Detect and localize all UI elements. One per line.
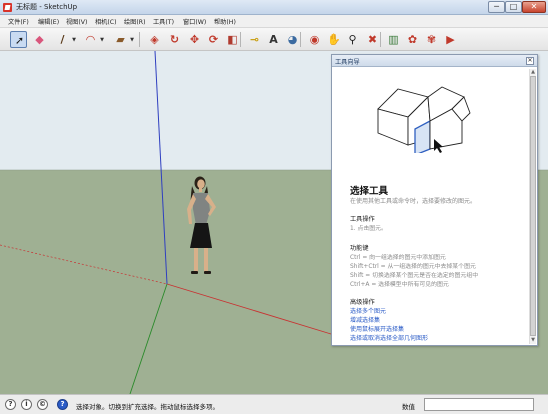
tool-operations-heading: 工具操作: [350, 216, 375, 223]
push-pull-icon: ◈: [150, 33, 159, 46]
arc-icon: ◠: [86, 33, 95, 46]
scroll-down-icon[interactable]: ▼: [530, 337, 536, 343]
extension-warehouse-icon: ▶: [446, 33, 455, 46]
modifier-key-line: Ctrl+A = 选择模型中所有可见的图元: [350, 282, 449, 288]
main-toolbar: ➚ ◆ / ▼ ◠ ▼ ▰ ▼ ◈ ↻ ✥ ⟳ ◧ ⊸ A ◕ ◉ ✋ ⚲ ✖ ▥ ✿ ✾ ▶: [0, 28, 548, 51]
paint-bucket-tool-button[interactable]: ◕: [284, 31, 301, 48]
modifier-key-line: Ctrl = 向一组选择的图元中添加图元: [350, 255, 446, 261]
modifier-key-line: Shift = 切换选择某个图元是否在选定的图元组中: [350, 273, 479, 279]
move-tool-button[interactable]: ✥: [186, 31, 203, 48]
rotate-tool-button[interactable]: ⟳: [205, 31, 222, 48]
move-icon: ✥: [189, 33, 200, 46]
menu-tools[interactable]: 工具(T): [153, 17, 174, 26]
maximize-button[interactable]: □: [505, 1, 522, 13]
hand-icon: ✋: [327, 33, 341, 46]
text-tool-button[interactable]: A: [265, 31, 282, 48]
zoom-tool-button[interactable]: ⚲: [344, 31, 361, 48]
menu-draw[interactable]: 绘图(R): [124, 17, 146, 26]
line-tool-button[interactable]: / ▼: [54, 31, 76, 48]
orbit-tool-button[interactable]: ◉: [306, 31, 323, 48]
advanced-link-select-multiple[interactable]: 选择多个图元: [350, 306, 386, 315]
status-prompt: 选择对象。切换到扩充选择。拖动鼠标选择多项。: [76, 403, 219, 411]
advanced-link-select-all[interactable]: 选择或取消选择全部几何图形: [350, 333, 428, 342]
instructor-header[interactable]: 工具向导 ✕: [332, 55, 537, 67]
arc-tool-button[interactable]: ◠ ▼: [82, 31, 104, 48]
chevron-down-icon[interactable]: ▼: [100, 37, 104, 43]
instructor-panel: 工具向导 ✕ 选择工具 在使用其他工具或命令时，选择要修改的图元。 工具操作 1…: [331, 54, 538, 346]
measurements-input[interactable]: [424, 398, 534, 411]
menu-camera[interactable]: 相机(C): [95, 17, 117, 26]
modifier-keys-heading: 功能键: [350, 245, 369, 252]
arrow-cursor-icon: ➚: [14, 34, 25, 47]
close-button[interactable]: ✕: [522, 1, 546, 13]
menu-bar: 文件(F) 编辑(E) 视图(V) 相机(C) 绘图(R) 工具(T) 窗口(W…: [0, 15, 548, 28]
tool-name-heading: 选择工具: [350, 186, 389, 197]
tape-measure-tool-button[interactable]: ⊸: [246, 31, 263, 48]
credits-icon[interactable]: ©: [37, 399, 48, 410]
menu-help[interactable]: 帮助(H): [214, 17, 236, 26]
select-tool-illustration: [377, 86, 471, 153]
push-pull-tool-button[interactable]: ◈: [146, 31, 163, 48]
get-models-icon: ✿: [407, 33, 418, 46]
scroll-up-icon[interactable]: ▲: [530, 69, 536, 75]
modifier-key-line: Shift+Ctrl = 从一组选择的图元中去掉某个图元: [350, 264, 476, 270]
advanced-operations-heading: 高级操作: [350, 299, 375, 306]
paint-bucket-icon: ◕: [287, 33, 298, 46]
shape-tool-button[interactable]: ▰ ▼: [112, 31, 134, 48]
share-model-tool-button[interactable]: ✾: [423, 31, 440, 48]
pencil-icon: /: [60, 33, 65, 46]
instructor-close-button[interactable]: ✕: [526, 57, 534, 65]
advanced-link-expand-selection[interactable]: 使用鼠标展开选择集: [350, 324, 404, 333]
scrollbar-thumb[interactable]: [530, 76, 536, 336]
rectangle-icon: ▰: [116, 33, 125, 46]
text-icon: A: [269, 33, 278, 46]
zoom-extents-tool-button[interactable]: ✖: [364, 31, 381, 48]
instructor-title: 工具向导: [335, 59, 360, 66]
chevron-down-icon[interactable]: ▼: [130, 37, 134, 43]
rotate-icon: ⟳: [208, 33, 219, 46]
tape-measure-icon: ⊸: [249, 33, 260, 46]
warehouse-tool-button[interactable]: ▥: [385, 31, 402, 48]
title-bar: 无标题 - SketchUp ─ □ ✕: [0, 0, 548, 15]
scale-tool-button[interactable]: ◧: [224, 31, 241, 48]
advanced-link-modify-selection[interactable]: 增减选择集: [350, 315, 380, 324]
follow-me-tool-button[interactable]: ↻: [166, 31, 183, 48]
scale-icon: ◧: [227, 33, 238, 46]
help-icon[interactable]: ?: [57, 399, 68, 410]
minimize-button[interactable]: ─: [488, 1, 505, 13]
menu-file[interactable]: 文件(F): [8, 17, 29, 26]
status-bar: ? i © ? 选择对象。切换到扩充选择。拖动鼠标选择多项。 数值: [0, 394, 548, 414]
toolbar-separator: [380, 32, 381, 47]
sketchup-logo-icon[interactable]: [3, 3, 12, 12]
menu-edit[interactable]: 编辑(E): [38, 17, 59, 26]
select-tool-button[interactable]: ➚: [10, 31, 27, 48]
share-model-icon: ✾: [426, 33, 437, 46]
menu-view[interactable]: 视图(V): [66, 17, 87, 26]
pan-tool-button[interactable]: ✋: [325, 31, 342, 48]
instructor-scrollbar[interactable]: ▲ ▼: [529, 69, 536, 344]
window-title: 无标题 - SketchUp: [16, 3, 78, 11]
info-icon[interactable]: i: [21, 399, 32, 410]
get-models-tool-button[interactable]: ✿: [404, 31, 421, 48]
toolbar-separator: [139, 32, 140, 47]
tool-operation-step: 1. 点击图元。: [350, 226, 387, 232]
eraser-tool-button[interactable]: ◆: [31, 31, 48, 48]
eraser-icon: ◆: [35, 33, 44, 46]
extension-warehouse-tool-button[interactable]: ▶: [442, 31, 459, 48]
toolbar-separator: [300, 32, 301, 47]
follow-me-icon: ↻: [169, 33, 180, 46]
geo-location-icon[interactable]: ?: [5, 399, 16, 410]
orbit-icon: ◉: [309, 33, 320, 46]
zoom-extents-icon: ✖: [367, 33, 378, 46]
measurements-label: 数值: [402, 403, 415, 411]
toolbar-separator: [240, 32, 241, 47]
tool-description: 在使用其他工具或命令时，选择要修改的图元。: [350, 198, 477, 205]
magnifier-icon: ⚲: [348, 33, 357, 46]
warehouse-icon: ▥: [388, 33, 399, 46]
menu-window[interactable]: 窗口(W): [183, 17, 206, 26]
chevron-down-icon[interactable]: ▼: [72, 37, 76, 43]
